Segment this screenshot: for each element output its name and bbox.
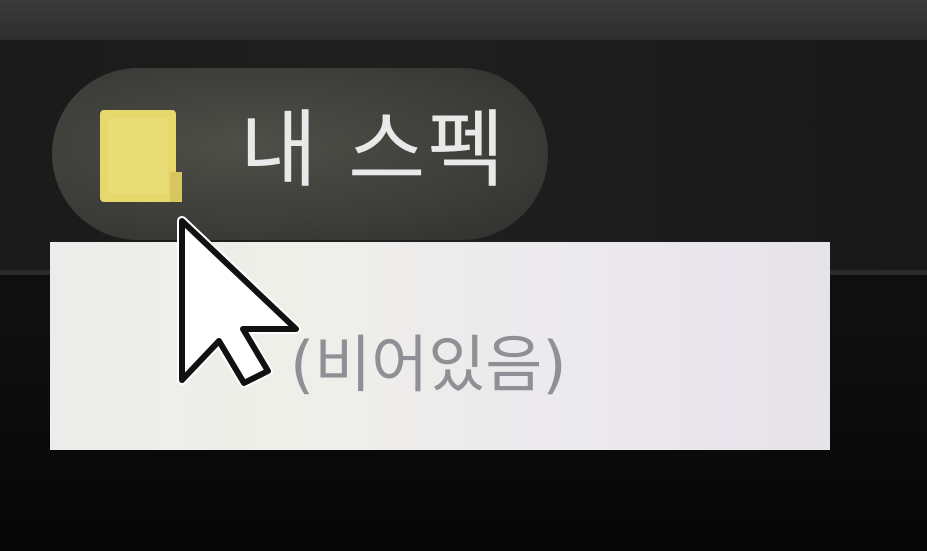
folder-icon — [100, 110, 182, 202]
folder-label: 내 스펙 — [240, 101, 507, 199]
window-top-edge — [0, 0, 927, 40]
screen: 내 스펙 (비어있음) — [0, 0, 927, 551]
empty-list-text: (비어있음) — [290, 328, 567, 401]
